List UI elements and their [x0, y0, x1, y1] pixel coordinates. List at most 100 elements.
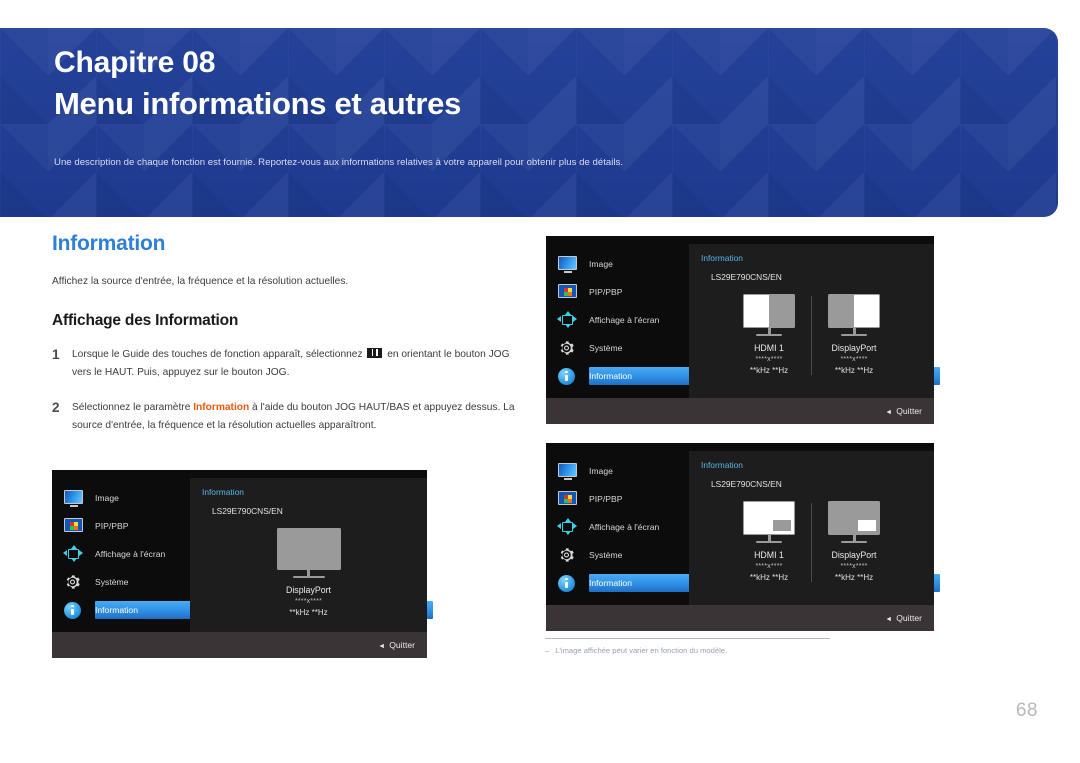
monitor-frequency: **kHz **Hz: [749, 573, 789, 582]
monitor-icon: [64, 490, 84, 506]
step-text: Lorsque le Guide des touches de fonction…: [72, 346, 522, 382]
monitor-base: [292, 576, 325, 578]
osd-model-name: LS29E790CNS/EN: [711, 272, 782, 282]
osd-menu-item-label: Image: [95, 493, 119, 503]
osd-menu-item-label: Information: [95, 605, 138, 615]
monitor-screen-fill: [277, 529, 340, 569]
osd-screenshot-pbp: Image PIP/PBP Affichage à l'écran Systèm…: [546, 236, 940, 424]
monitor-row: HDMI 1 ****x**** **kHz **Hz DisplayPort …: [689, 501, 934, 582]
pip-icon: [64, 518, 84, 534]
osd-panel-title: Information: [701, 460, 743, 470]
monitor-screen-right: [854, 295, 879, 327]
gear-icon: [64, 574, 84, 590]
osd-bottom-bar: ◄ Quitter: [546, 605, 934, 631]
osd-menu-item-label: Affichage à l'écran: [95, 549, 166, 559]
chapter-title: Menu informations et autres: [54, 86, 462, 122]
osd-exit-label: Quitter: [389, 640, 415, 650]
osd-menu-item-label: PIP/PBP: [589, 287, 623, 297]
osd-exit-label: Quitter: [896, 613, 922, 623]
osd-panel-title: Information: [202, 487, 244, 497]
chapter-label: Chapitre 08: [54, 46, 216, 79]
monitor-base: [841, 334, 867, 336]
osd-model-name: LS29E790CNS/EN: [212, 506, 283, 516]
osd-screenshot-pip: Image PIP/PBP Affichage à l'écran Systèm…: [546, 443, 940, 631]
osd-exit-button[interactable]: ◄ Quitter: [885, 406, 922, 416]
osd-menu-item-label: Système: [95, 577, 129, 587]
osd-menu-item-label: Système: [589, 343, 623, 353]
footnote-divider: [545, 638, 830, 639]
osd-screenshot-single: Image PIP/PBP Affichage à l'écran Systèm…: [52, 470, 433, 658]
monitor-frequency: **kHz **Hz: [834, 573, 874, 582]
monitor-base: [756, 541, 782, 543]
monitor-frequency: **kHz **Hz: [749, 366, 789, 375]
info-icon: [558, 575, 578, 592]
osd-menu-item-label: Image: [589, 466, 613, 476]
osd-menu-item-label: Affichage à l'écran: [589, 522, 660, 532]
monitor-source: HDMI 1: [754, 550, 784, 560]
osd-exit-label: Quitter: [896, 406, 922, 416]
intro-paragraph: Affichez la source d'entrée, la fréquenc…: [52, 276, 349, 287]
osd-exit-button[interactable]: ◄ Quitter: [378, 640, 415, 650]
monitor-resolution: ****x****: [755, 563, 783, 570]
gear-icon: [558, 340, 578, 356]
osd-menu-item-label: Information: [589, 578, 632, 588]
monitor-frequency: **kHz **Hz: [289, 608, 328, 617]
monitor-resolution: ****x****: [294, 598, 323, 605]
step-text-before: Lorsque le Guide des touches de fonction…: [72, 348, 366, 360]
monitor-resolution: ****x****: [840, 356, 868, 363]
monitor-resolution: ****x****: [840, 563, 868, 570]
monitor-source: DisplayPort: [831, 550, 877, 560]
monitor-pip-window: [773, 520, 791, 531]
step-text: Sélectionnez le paramètre Information à …: [72, 399, 522, 435]
monitor-screen: [276, 528, 341, 570]
left-caret-icon: ◄: [885, 409, 893, 416]
monitor-block: DisplayPort ****x**** **kHz **Hz: [812, 294, 896, 375]
monitor-base: [841, 541, 867, 543]
monitor-pip-window: [858, 520, 876, 531]
footnote: ‒ L'image affichée peut varier en foncti…: [545, 646, 830, 655]
monitor-screen: [743, 294, 795, 328]
osd-menu-item-label: PIP/PBP: [95, 521, 129, 531]
step-keyword: Information: [193, 402, 250, 414]
osd-arrows-icon: [557, 311, 578, 328]
monitor-icon: [558, 463, 578, 479]
osd-menu-item-label: Information: [589, 371, 632, 381]
monitor-resolution: ****x****: [755, 356, 783, 363]
steps-list: 1 Lorsque le Guide des touches de foncti…: [52, 346, 522, 436]
osd-menu-item-label: Image: [589, 259, 613, 269]
monitor-screen-left: [829, 295, 854, 327]
monitor-block: DisplayPort ****x**** **kHz **Hz: [261, 528, 357, 617]
osd-detail-panel: Information LS29E790CNS/EN HDMI 1 ****x*…: [689, 451, 934, 605]
chapter-subtitle: Une description de chaque fonction est f…: [54, 156, 624, 168]
osd-menu-item-label: Affichage à l'écran: [589, 315, 660, 325]
monitor-row: HDMI 1 ****x**** **kHz **Hz DisplayPort …: [689, 294, 934, 375]
monitor-frequency: **kHz **Hz: [834, 366, 874, 375]
monitor-icon: [558, 256, 578, 272]
monitor-block: DisplayPort ****x**** **kHz **Hz: [812, 501, 896, 582]
osd-model-name: LS29E790CNS/EN: [711, 479, 782, 489]
menu-bars-icon: [367, 347, 383, 358]
step-text-before: Sélectionnez le paramètre: [72, 402, 194, 414]
monitor-block: HDMI 1 ****x**** **kHz **Hz: [727, 501, 811, 582]
osd-arrows-icon: [557, 518, 578, 535]
footnote-area: ‒ L'image affichée peut varier en foncti…: [545, 638, 830, 655]
osd-detail-panel: Information LS29E790CNS/EN HDMI 1 ****x*…: [689, 244, 934, 398]
footnote-dash: ‒: [545, 646, 550, 655]
monitor-base: [756, 334, 782, 336]
monitor-source: HDMI 1: [754, 343, 784, 353]
step-item: 2 Sélectionnez le paramètre Information …: [52, 399, 522, 435]
content-column: Information Affichez la source d'entrée,…: [52, 232, 522, 452]
osd-exit-button[interactable]: ◄ Quitter: [885, 613, 922, 623]
document-page: Chapitre 08 Menu informations et autres …: [0, 0, 1080, 763]
monitor-screen: [828, 294, 880, 328]
osd-arrows-icon: [63, 545, 84, 562]
monitor-row: DisplayPort ****x**** **kHz **Hz: [190, 528, 427, 617]
page-number: 68: [1015, 700, 1038, 721]
gear-icon: [558, 547, 578, 563]
step-number: 2: [52, 400, 60, 416]
page-title: Information: [52, 232, 166, 255]
info-icon: [64, 602, 84, 619]
monitor-source: DisplayPort: [286, 585, 331, 595]
osd-panel-title: Information: [701, 253, 743, 263]
monitor-screen: [743, 501, 795, 535]
